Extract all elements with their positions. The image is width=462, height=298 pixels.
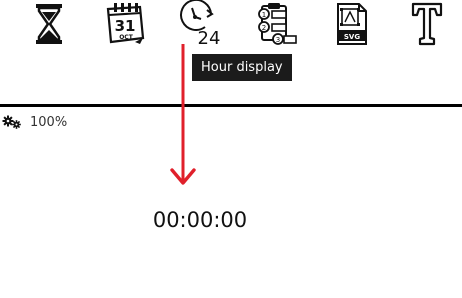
text-tool-icon <box>411 2 443 46</box>
svg-export-button[interactable]: SVG <box>328 0 374 48</box>
calendar-month: OCT <box>119 34 134 41</box>
toolbar: 31 OCT 24 1 2 3 SVG <box>0 0 462 52</box>
calendar-button[interactable]: 31 OCT <box>102 0 148 48</box>
calendar-day: 31 <box>115 17 136 35</box>
checklist-button[interactable]: 1 2 3 <box>253 0 299 48</box>
svg-file-icon: SVG <box>337 3 367 45</box>
checklist-number-1: 1 <box>262 11 266 19</box>
checklist-number-3: 3 <box>276 36 280 44</box>
hourglass-icon <box>36 4 62 44</box>
zoom-level: 100% <box>30 114 68 130</box>
text-tool-button[interactable] <box>404 0 450 48</box>
svg-file-label: SVG <box>344 33 360 41</box>
clipboard-checklist-icon: 1 2 3 <box>258 3 297 45</box>
tooltip: Hour display <box>192 54 292 81</box>
clock-24-icon: 24 <box>180 0 221 48</box>
divider <box>0 104 462 107</box>
hourglass-button[interactable] <box>26 0 72 48</box>
clock-24-number: 24 <box>198 28 221 48</box>
status-bar: 100% <box>2 113 67 131</box>
time-display: 00:00:00 <box>152 208 248 232</box>
gears-icon[interactable] <box>2 115 22 129</box>
hour-display-button[interactable]: 24 <box>177 0 223 48</box>
arrow-down-icon <box>170 44 196 185</box>
calendar-icon: 31 OCT <box>106 3 145 44</box>
checklist-number-2: 2 <box>262 24 266 32</box>
